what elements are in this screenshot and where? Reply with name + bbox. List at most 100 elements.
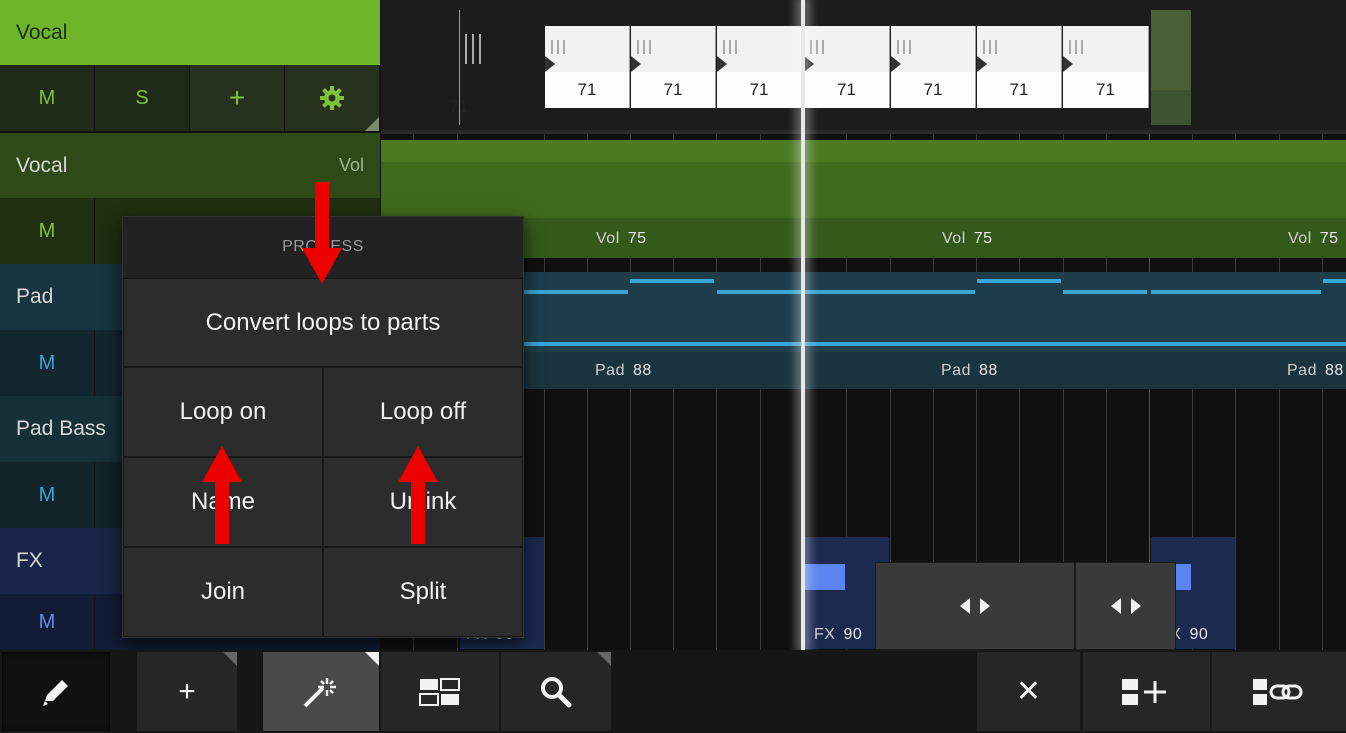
loop-marker-icon — [545, 56, 555, 72]
annotation-arrowhead-down — [302, 248, 342, 284]
track-settings-button[interactable] — [285, 65, 380, 131]
mute-button[interactable]: M — [0, 330, 95, 396]
part-number: 71 — [977, 72, 1061, 108]
pad-lane-label: Pad 88 — [1287, 362, 1344, 379]
layout-button[interactable] — [381, 652, 499, 731]
magic-wand-icon — [303, 677, 336, 707]
vocal-volume-lane[interactable] — [381, 140, 1346, 258]
loop-marker-icon — [977, 56, 987, 72]
corner-indicator — [365, 117, 379, 131]
loop-part[interactable]: 71 — [977, 26, 1062, 108]
annotation-arrowhead-up — [398, 446, 438, 482]
layout-icon — [419, 677, 460, 706]
loop-part[interactable]: 71 — [891, 26, 976, 108]
loop-marker-icon — [717, 56, 727, 72]
part-number: 71 — [717, 72, 801, 108]
track-param-label: Vol — [338, 155, 364, 175]
search-icon — [541, 676, 572, 707]
bars-icon — [465, 34, 487, 64]
annotation-arrow-down — [315, 182, 329, 250]
bars-icon — [897, 40, 919, 54]
close-icon: ✕ — [1015, 675, 1042, 708]
mute-button[interactable]: M — [0, 65, 95, 131]
add-lane-button[interactable]: + — [190, 65, 285, 131]
split-button[interactable]: Split — [323, 547, 523, 637]
loop-marker-icon — [891, 56, 901, 72]
mute-button[interactable]: M — [0, 198, 95, 264]
loop-marker-icon — [631, 56, 641, 72]
annotation-arrowhead-up — [202, 446, 242, 482]
pencil-tool-button[interactable] — [2, 652, 110, 731]
nudge-arrows-icon — [1110, 598, 1141, 614]
loop-marker-icon — [1063, 56, 1073, 72]
lane-divider — [381, 130, 1346, 134]
add-part-button[interactable]: + — [137, 652, 237, 731]
loop-part[interactable]: 71 — [804, 26, 890, 108]
nudge-left-right-button[interactable] — [875, 562, 1075, 650]
loop-off-button[interactable]: Loop off — [323, 367, 523, 457]
loop-part[interactable]: 71 — [631, 26, 716, 108]
playhead[interactable] — [801, 0, 805, 650]
track-name-vocal[interactable]: Vocal — [0, 0, 380, 65]
part-number: 71 — [804, 72, 889, 108]
pad-note[interactable] — [522, 290, 628, 294]
pad-note[interactable] — [805, 290, 975, 294]
pad-note[interactable] — [630, 279, 714, 283]
close-button[interactable]: ✕ — [977, 652, 1080, 731]
mute-button[interactable]: M — [0, 594, 95, 650]
track-name-label: Pad — [16, 285, 54, 308]
pad-lane-label: Pad 88 — [941, 362, 998, 379]
search-button[interactable] — [501, 652, 611, 731]
solo-button[interactable]: S — [95, 65, 190, 131]
loop-part[interactable]: 71 — [545, 26, 630, 108]
pad-note[interactable] — [522, 342, 1346, 346]
convert-loops-to-parts-button[interactable]: Convert loops to parts — [123, 278, 523, 367]
part-number: 71 — [891, 72, 975, 108]
nudge-fine-button[interactable] — [1075, 562, 1176, 650]
part-number: 71 — [631, 72, 715, 108]
track-name-label: Vocal — [16, 153, 68, 177]
process-tool-button[interactable] — [263, 652, 379, 731]
corner-indicator — [597, 652, 611, 666]
corner-indicator — [365, 652, 379, 666]
track-name-label: Vocal — [16, 20, 68, 44]
corner-indicator — [223, 652, 237, 666]
track-controls-vocal: M S + — [0, 65, 380, 131]
pad-note[interactable] — [1151, 290, 1321, 294]
nudge-arrows-icon — [960, 598, 990, 614]
loop-part[interactable]: 71 — [717, 26, 802, 108]
bottom-toolbar: + ✕ — [0, 650, 1346, 733]
loop-on-button[interactable]: Loop on — [123, 367, 323, 457]
add-track-icon — [1121, 678, 1166, 705]
pad-lane-label: Pad 88 — [595, 362, 652, 379]
loop-part[interactable]: 71 — [1063, 26, 1149, 108]
link-track-icon — [1253, 678, 1303, 705]
annotation-arrow-up — [215, 480, 229, 544]
join-button[interactable]: Join — [123, 547, 323, 637]
vocal-lane-label: Vol 75 — [942, 230, 993, 247]
link-track-button[interactable] — [1212, 652, 1346, 731]
bars-icon — [637, 40, 659, 54]
bars-icon — [551, 40, 573, 54]
annotation-arrow-up — [411, 480, 425, 544]
bars-icon — [1069, 40, 1091, 54]
bars-icon — [810, 40, 832, 54]
pad-note[interactable] — [1063, 290, 1147, 294]
pad-note[interactable] — [717, 290, 801, 294]
part-number: 71 — [545, 72, 629, 108]
pad-note[interactable] — [977, 279, 1061, 283]
gear-icon — [320, 86, 344, 110]
loop-marker-icon — [804, 56, 814, 72]
plus-icon: + — [178, 674, 196, 708]
mute-button[interactable]: M — [0, 462, 95, 528]
bars-icon — [723, 40, 745, 54]
track-name-label: FX — [16, 549, 43, 572]
fx-lane-label: FX90 — [814, 626, 863, 643]
add-track-button[interactable] — [1083, 652, 1210, 731]
loop-part-ghost[interactable] — [1151, 10, 1191, 125]
pad-note[interactable] — [1323, 279, 1346, 283]
bars-icon — [983, 40, 1005, 54]
fx-note[interactable] — [805, 564, 845, 590]
loop-part-selected[interactable]: 71 — [450, 10, 481, 125]
vocal-lane-label: Vol 75 — [596, 230, 647, 247]
